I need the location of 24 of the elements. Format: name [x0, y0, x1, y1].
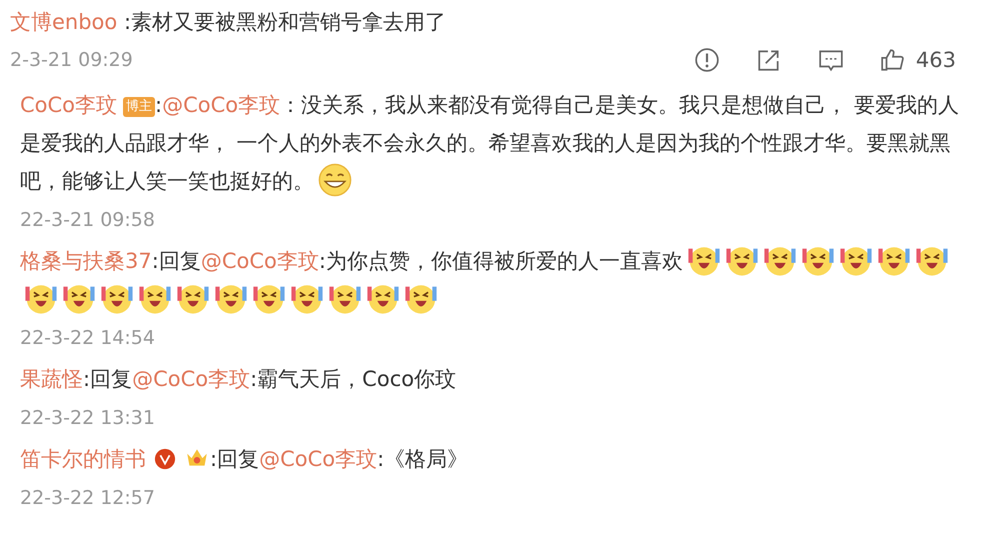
mention-link[interactable]: @CoCo李玟	[259, 447, 378, 471]
reply-text: CoCo李玟 博主:@CoCo李玟：没关系，我从来都没有觉得自己是美女。我只是想做自己， 要爱我的人是爱我的人品跟才华， 一个人的外表不会永久的。希望喜欢我的人是因为我的个性跟才华。要黑就黑吧，能够让人笑一笑也挺好的。	[20, 86, 970, 200]
like-button[interactable]: 463	[880, 47, 956, 73]
mention-link[interactable]: @CoCo李玟	[132, 367, 250, 391]
reply-text: 笛卡尔的情书 :回复@CoCo李玟:《格局》	[20, 440, 970, 478]
username-link[interactable]: 文博enboo	[10, 10, 118, 34]
reply-text: 格桑与扶桑37:回复@CoCo李玟:为你点赞，你值得被所爱的人一直喜欢	[20, 242, 970, 318]
username-link[interactable]: CoCo李玟	[20, 93, 118, 117]
mention-link[interactable]: @CoCo李玟	[200, 249, 319, 273]
timestamp: 22-3-22 14:54	[20, 326, 156, 351]
thumbs-up-icon	[880, 47, 906, 73]
username-link[interactable]: 果蔬怪	[20, 367, 83, 391]
username-link[interactable]: 笛卡尔的情书	[20, 447, 146, 471]
author-badge: 博主	[123, 97, 156, 117]
grin-emoji-icon	[318, 163, 352, 197]
timestamp: 22-3-21 09:58	[20, 208, 156, 233]
username-link[interactable]: 格桑与扶桑37	[20, 249, 152, 273]
mention-link[interactable]: @CoCo李玟	[162, 93, 280, 117]
comment-text: 文博enboo :素材又要被黑粉和营销号拿去用了	[10, 9, 448, 36]
reply-text: 果蔬怪:回复@CoCo李玟:霸气天后，Coco你玟	[20, 366, 458, 393]
timestamp: 2-3-21 09:29	[10, 49, 133, 71]
timestamp: 22-3-22 12:57	[20, 486, 156, 511]
report-icon[interactable]	[694, 47, 720, 73]
timestamp: 22-3-22 13:31	[20, 406, 156, 431]
